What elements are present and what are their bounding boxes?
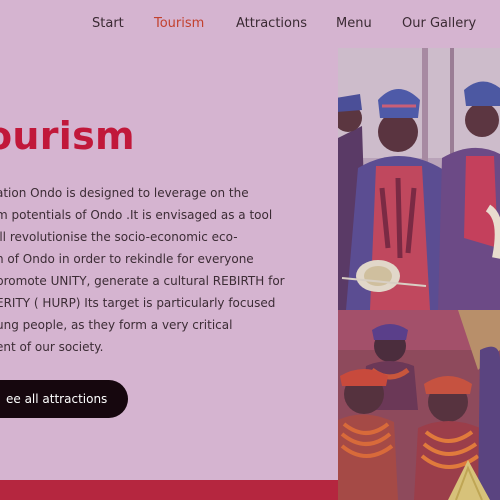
top-navigation: Start Tourism Attractions Menu Our Galle… [0, 0, 500, 49]
description-line: ERITY ( HURP) Its target is particularly… [0, 296, 276, 310]
hero-description: ation Ondo is designed to leverage on th… [0, 182, 326, 358]
page-title: ourism [0, 114, 135, 158]
drummers-photo [338, 48, 500, 310]
beaded-women-photo [338, 310, 500, 500]
nav-item-our-gallery[interactable]: Our Gallery [402, 16, 476, 31]
see-all-attractions-button[interactable]: ee all attractions [0, 380, 128, 418]
nav-item-tourism[interactable]: Tourism [154, 16, 204, 31]
description-line: ill revolutionise the socio-economic eco… [0, 230, 238, 244]
description-line: promote UNITY, generate a cultural REBIR… [0, 274, 285, 288]
description-line: n of Ondo in order to rekindle for every… [0, 252, 254, 266]
nav-item-menu[interactable]: Menu [336, 16, 372, 31]
description-line: ent of our society. [0, 340, 104, 354]
nav-item-start[interactable]: Start [92, 16, 124, 31]
hero-section: ourism ation Ondo is designed to leverag… [0, 48, 338, 480]
description-line: ung people, as they form a very critical [0, 318, 233, 332]
photo-gallery [338, 48, 500, 500]
description-line: ation Ondo is designed to leverage on th… [0, 186, 249, 200]
nav-item-attractions[interactable]: Attractions [236, 16, 307, 31]
description-line: m potentials of Ondo .It is envisaged as… [0, 208, 273, 222]
footer-bar [0, 480, 338, 500]
